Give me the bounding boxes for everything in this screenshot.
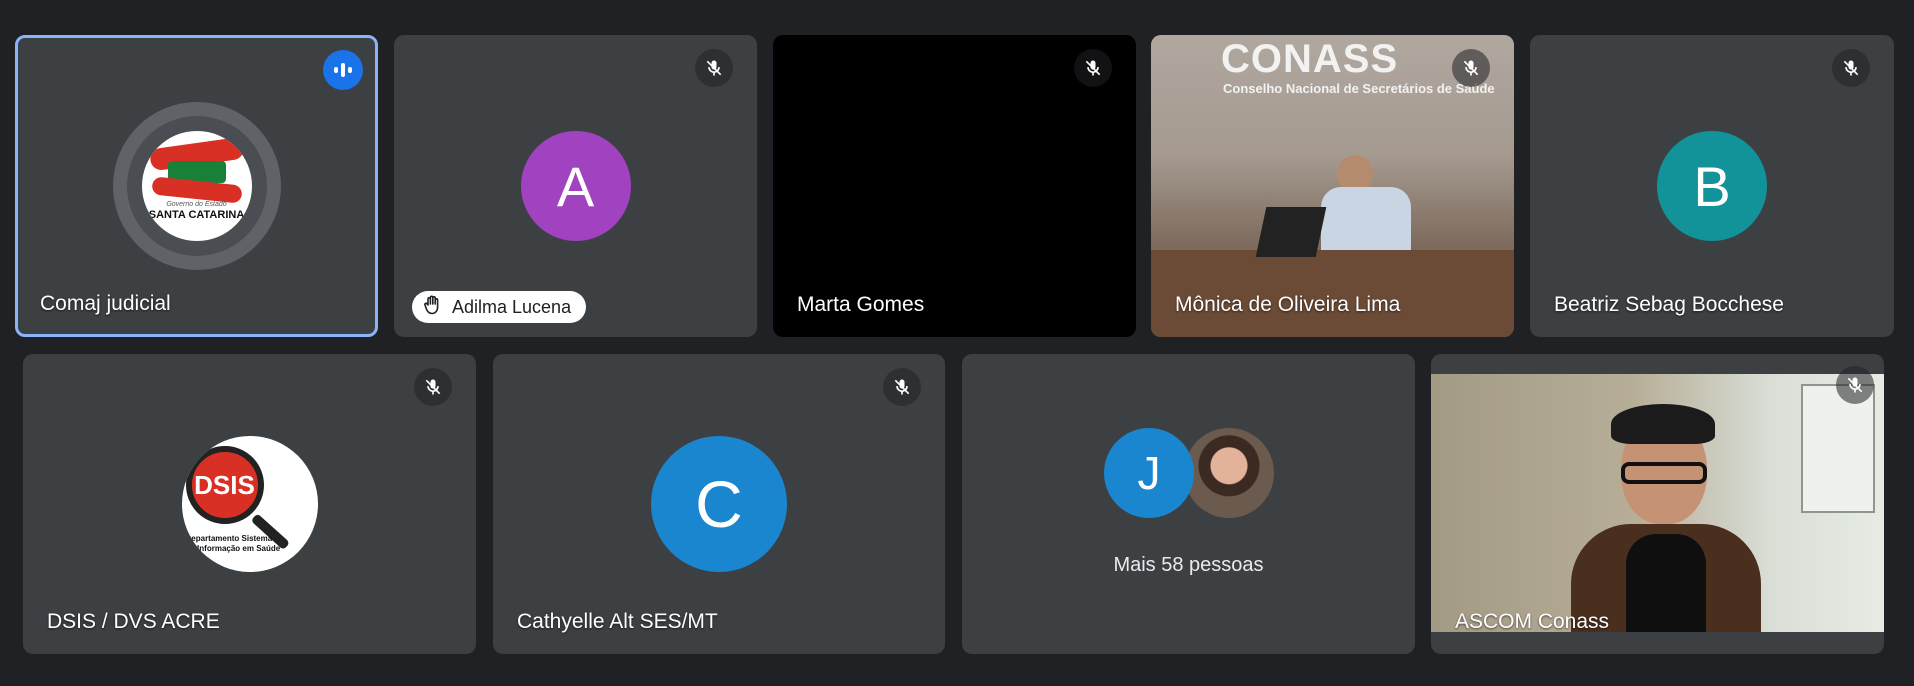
logo-text: DSIS [194,469,255,500]
video-laptop [1255,207,1327,257]
logo-text: SANTA CATARINA [148,209,245,221]
participant-name: Mônica de Oliveira Lima [1175,293,1401,316]
video-text-subtitle: Conselho Nacional de Secretários de Saúd… [1223,81,1495,96]
others-tile[interactable]: J Mais 58 pessoas [962,354,1415,654]
avatar: B [1657,131,1767,241]
participant-name: Marta Gomes [797,293,925,316]
participant-tile-adilma[interactable]: A Adilma Lucena [394,35,757,337]
organization-logo: DSIS Departamento Sistema de Informação … [181,436,318,572]
speaking-indicator-icon [323,50,363,90]
participant-name: ASCOM Conass [1455,610,1610,633]
others-label: Mais 58 pessoas [1113,554,1264,576]
mic-off-icon [695,49,733,87]
participant-name: Comaj judicial [40,292,171,315]
mic-off-icon [1832,49,1870,87]
participant-tile-monica[interactable]: CONASS Conselho Nacional de Secretários … [1151,35,1514,337]
participant-tile-ascom[interactable]: ASCOM Conass [1431,354,1884,654]
video-person-body [1321,187,1411,257]
participant-tile-beatriz[interactable]: B Beatriz Sebag Bocchese [1530,35,1894,337]
avatar: C [651,436,787,572]
participant-name: Cathyelle Alt SES/MT [517,610,718,633]
participant-name: Adilma Lucena [452,296,572,317]
participant-tile-marta[interactable]: Marta Gomes [773,35,1136,337]
participant-tile-dsis[interactable]: DSIS Departamento Sistema de Informação … [23,354,476,654]
mic-off-icon [883,368,921,406]
mic-off-icon [414,368,452,406]
avatar: A [520,131,631,241]
participant-tile-comaj[interactable]: Governo do Estado SANTA CATARINA Comaj j… [15,35,378,337]
mic-off-icon [1074,49,1112,87]
mic-off-icon [1452,49,1490,87]
participant-name: DSIS / DVS ACRE [47,610,220,633]
logo-subtext: Governo do Estado [166,201,227,208]
participant-name: Beatriz Sebag Bocchese [1554,293,1784,316]
logo-subtext: Departamento Sistema [185,534,273,543]
raised-hand-icon [424,295,442,320]
avatar: J [1104,428,1194,518]
avatar-photo [1184,428,1274,518]
raised-hand-chip: Adilma Lucena [412,291,587,323]
video-text-conass: CONASS [1221,37,1399,81]
organization-logo: Governo do Estado SANTA CATARINA [112,102,281,270]
participant-tile-cathyelle[interactable]: C Cathyelle Alt SES/MT [493,354,945,654]
video-feed [1431,374,1884,632]
mic-off-icon [1836,366,1874,404]
logo-subtext: de Informação em Saúde [185,544,281,553]
